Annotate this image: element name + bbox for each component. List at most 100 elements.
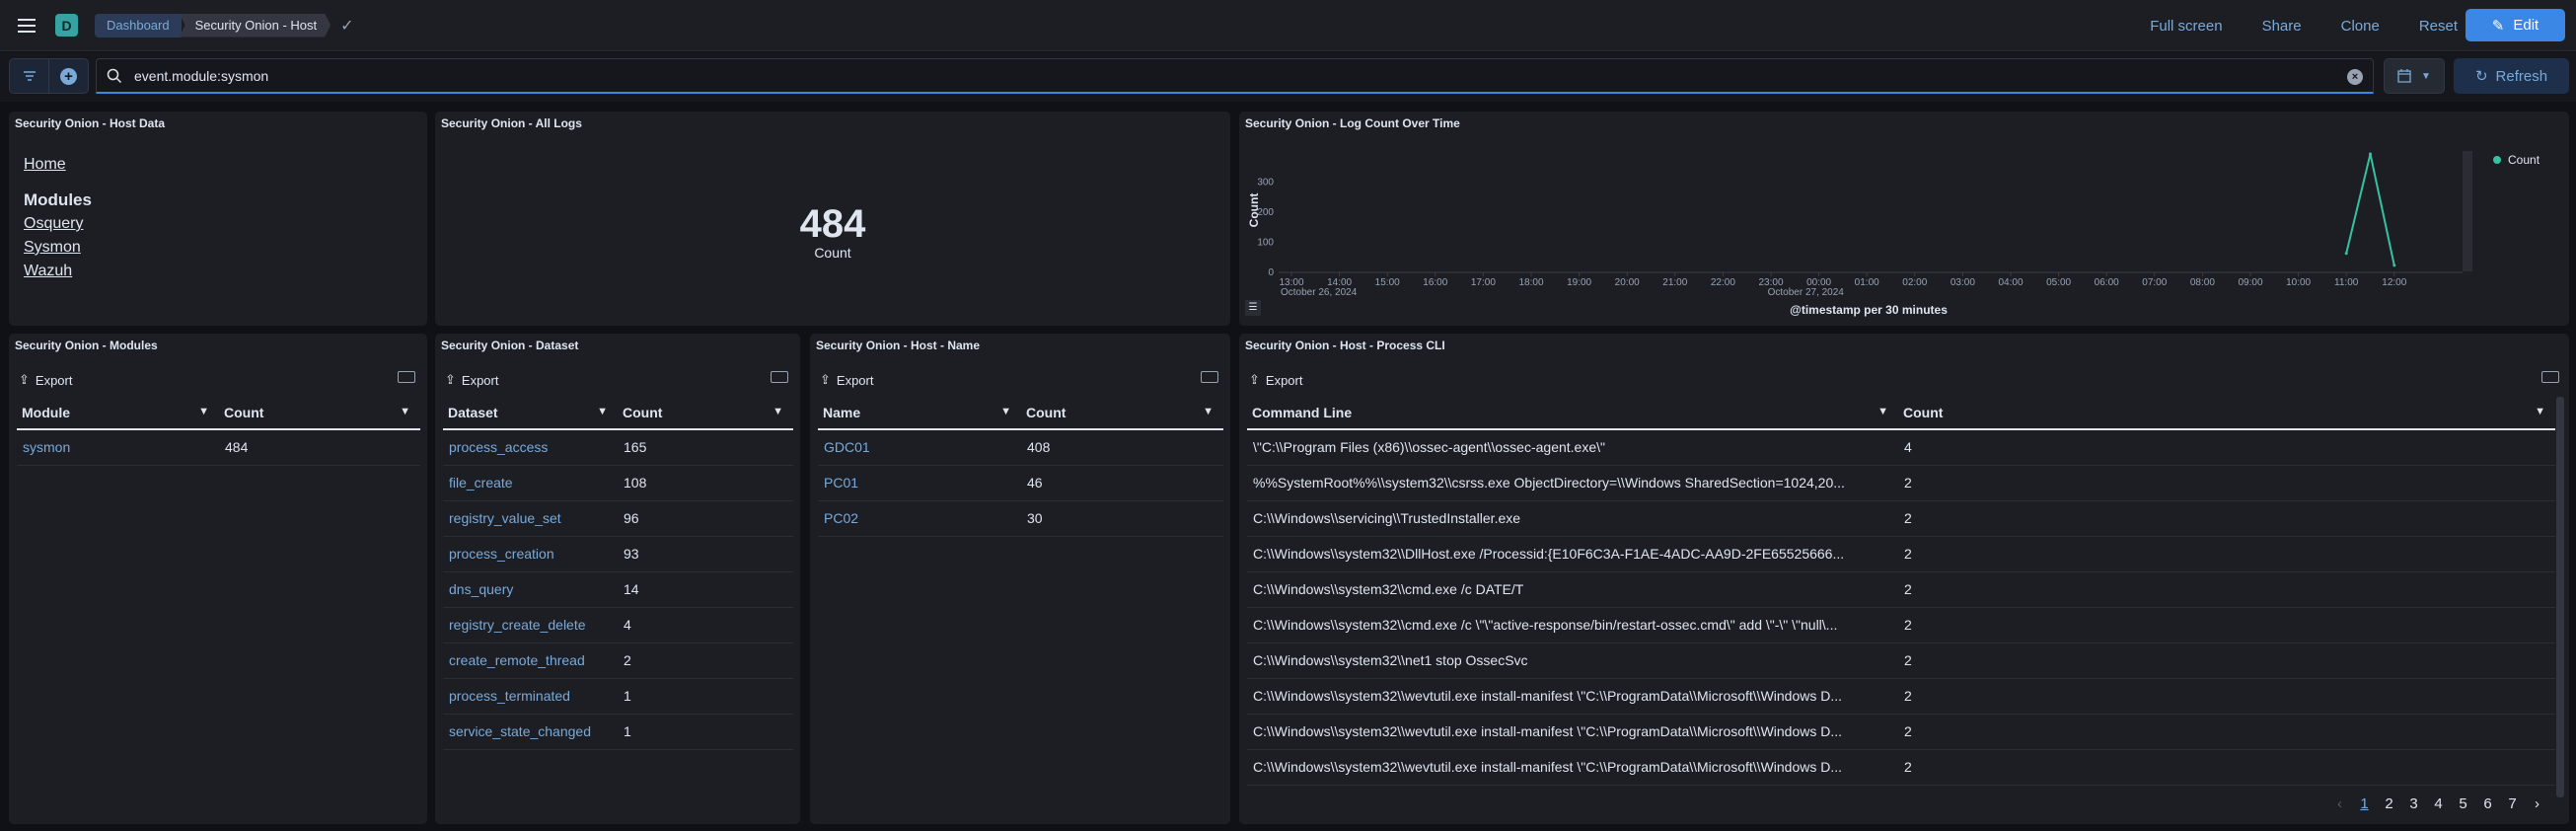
metric-value: 484 bbox=[799, 202, 866, 246]
chevron-down-icon[interactable]: ▼ bbox=[1203, 406, 1214, 417]
keyboard-icon[interactable] bbox=[398, 371, 415, 383]
table-row: file_create 108 bbox=[443, 465, 793, 501]
page-5[interactable]: 5 bbox=[2451, 795, 2475, 812]
chevron-down-icon[interactable]: ▼ bbox=[597, 406, 608, 417]
export-button[interactable]: ⇪ Export bbox=[820, 372, 873, 388]
legend-toggle-icon[interactable]: ☰ bbox=[1245, 300, 1261, 316]
wazuh-link[interactable]: Wazuh bbox=[24, 260, 92, 283]
command-cell[interactable]: %%SystemRoot%%\\system32\\csrss.exe Obje… bbox=[1247, 465, 1898, 501]
dataset-cell[interactable]: process_creation bbox=[443, 536, 618, 572]
chevron-down-icon[interactable]: ▼ bbox=[1877, 406, 1888, 417]
count-cell: 1 bbox=[618, 714, 793, 750]
app-logo[interactable]: D bbox=[55, 14, 78, 37]
filter-menu-button[interactable] bbox=[10, 59, 48, 93]
legend-label[interactable]: Count bbox=[2508, 153, 2540, 167]
table-scrollbar[interactable] bbox=[2556, 397, 2564, 797]
name-cell[interactable]: GDC01 bbox=[818, 429, 1021, 466]
dataset-cell[interactable]: registry_value_set bbox=[443, 500, 618, 537]
x-tick-label: 03:00 bbox=[1950, 277, 1975, 288]
x-tick-label: 05:00 bbox=[2046, 277, 2071, 288]
count-cell: 2 bbox=[1898, 500, 2555, 537]
command-cell[interactable]: C:\\Windows\\system32\\DllHost.exe /Proc… bbox=[1247, 536, 1898, 572]
filter-icon bbox=[23, 71, 36, 81]
column-header-command-line[interactable]: Command Line ▼ bbox=[1247, 397, 1898, 430]
full-screen-button[interactable]: Full screen bbox=[2150, 18, 2222, 35]
dataset-cell[interactable]: registry_create_delete bbox=[443, 607, 618, 643]
column-header-count[interactable]: Count ▼ bbox=[219, 397, 420, 430]
x-axis-label: @timestamp per 30 minutes bbox=[1790, 303, 1948, 317]
export-icon: ⇪ bbox=[1249, 372, 1260, 387]
column-header-count[interactable]: Count ▼ bbox=[1021, 397, 1223, 430]
count-cell: 2 bbox=[1898, 714, 2555, 750]
chevron-down-icon[interactable]: ▼ bbox=[198, 406, 209, 417]
table-row: C:\\Windows\\system32\\wevtutil.exe inst… bbox=[1247, 678, 2555, 715]
chart-brush-area[interactable] bbox=[2463, 151, 2472, 271]
edit-button[interactable]: ✎ Edit bbox=[2466, 9, 2565, 41]
refresh-button[interactable]: ↻ Refresh bbox=[2454, 58, 2569, 94]
command-cell[interactable]: C:\\Windows\\system32\\cmd.exe /c \"\"ac… bbox=[1247, 607, 1898, 643]
column-header-module[interactable]: Module ▼ bbox=[17, 397, 219, 430]
export-button[interactable]: ⇪ Export bbox=[445, 372, 498, 388]
page-6[interactable]: 6 bbox=[2475, 795, 2500, 812]
chevron-down-icon[interactable]: ▼ bbox=[2535, 406, 2545, 417]
count-cell: 2 bbox=[1898, 607, 2555, 643]
name-cell[interactable]: PC01 bbox=[818, 465, 1021, 501]
dataset-cell[interactable]: service_state_changed bbox=[443, 714, 618, 750]
breadcrumb-dashboard[interactable]: Dashboard bbox=[95, 13, 182, 38]
x-tick-label: 02:00 bbox=[1902, 277, 1927, 288]
column-label: Command Line bbox=[1252, 405, 1353, 420]
dataset-cell[interactable]: file_create bbox=[443, 465, 618, 501]
dataset-cell[interactable]: create_remote_thread bbox=[443, 642, 618, 679]
prev-page-icon[interactable]: ‹ bbox=[2327, 795, 2352, 812]
dataset-cell[interactable]: dns_query bbox=[443, 571, 618, 608]
sysmon-link[interactable]: Sysmon bbox=[24, 236, 92, 260]
command-cell[interactable]: C:\\Windows\\system32\\cmd.exe /c DATE/T bbox=[1247, 571, 1898, 608]
module-cell[interactable]: sysmon bbox=[17, 429, 219, 466]
next-page-icon[interactable]: › bbox=[2525, 795, 2549, 812]
keyboard-icon[interactable] bbox=[2541, 371, 2559, 383]
checkmark-icon[interactable]: ✓ bbox=[340, 16, 353, 36]
menu-icon[interactable] bbox=[18, 18, 36, 33]
count-cell: 2 bbox=[1898, 536, 2555, 572]
keyboard-icon[interactable] bbox=[771, 371, 788, 383]
chevron-down-icon[interactable]: ▼ bbox=[773, 406, 783, 417]
command-cell[interactable]: C:\\Windows\\system32\\wevtutil.exe inst… bbox=[1247, 714, 1898, 750]
name-cell[interactable]: PC02 bbox=[818, 500, 1021, 537]
chevron-down-icon[interactable]: ▼ bbox=[400, 406, 410, 417]
keyboard-icon[interactable] bbox=[1201, 371, 1218, 383]
export-button[interactable]: ⇪ Export bbox=[1249, 372, 1302, 388]
date-picker-button[interactable]: ▼ bbox=[2384, 58, 2445, 94]
command-cell[interactable]: C:\\Windows\\system32\\net1 stop OssecSv… bbox=[1247, 642, 1898, 679]
command-cell[interactable]: C:\\Windows\\system32\\wevtutil.exe inst… bbox=[1247, 678, 1898, 715]
page-7[interactable]: 7 bbox=[2500, 795, 2525, 812]
page-2[interactable]: 2 bbox=[2377, 795, 2401, 812]
column-label: Count bbox=[1026, 405, 1067, 420]
dataset-cell[interactable]: process_terminated bbox=[443, 678, 618, 715]
page-3[interactable]: 3 bbox=[2401, 795, 2426, 812]
add-filter-button[interactable]: + bbox=[48, 59, 88, 93]
column-header-count[interactable]: Count ▼ bbox=[618, 397, 793, 430]
command-cell[interactable]: \"C:\\Program Files (x86)\\ossec-agent\\… bbox=[1247, 429, 1898, 466]
search-query-text[interactable]: event.module:sysmon bbox=[134, 68, 268, 84]
export-button[interactable]: ⇪ Export bbox=[19, 372, 72, 388]
search-input[interactable]: event.module:sysmon × bbox=[96, 58, 2374, 94]
panel-title: Security Onion - Host Data bbox=[15, 116, 166, 130]
command-cell[interactable]: C:\\Windows\\servicing\\TrustedInstaller… bbox=[1247, 500, 1898, 537]
clone-button[interactable]: Clone bbox=[2341, 18, 2380, 35]
reset-button[interactable]: Reset bbox=[2419, 18, 2458, 35]
column-header-count[interactable]: Count ▼ bbox=[1898, 397, 2555, 430]
dataset-cell[interactable]: process_access bbox=[443, 429, 618, 466]
column-label: Module bbox=[22, 405, 70, 420]
column-header-name[interactable]: Name ▼ bbox=[818, 397, 1021, 430]
command-cell[interactable]: C:\\Windows\\system32\\wevtutil.exe inst… bbox=[1247, 749, 1898, 786]
chevron-down-icon[interactable]: ▼ bbox=[1000, 406, 1011, 417]
column-header-dataset[interactable]: Dataset ▼ bbox=[443, 397, 618, 430]
page-1[interactable]: 1 bbox=[2352, 795, 2377, 812]
page-4[interactable]: 4 bbox=[2426, 795, 2451, 812]
table-row: process_terminated 1 bbox=[443, 678, 793, 715]
share-button[interactable]: Share bbox=[2262, 18, 2302, 35]
home-link[interactable]: Home bbox=[24, 153, 92, 177]
osquery-link[interactable]: Osquery bbox=[24, 212, 92, 236]
export-icon: ⇪ bbox=[445, 372, 456, 387]
clear-search-icon[interactable]: × bbox=[2347, 69, 2363, 85]
